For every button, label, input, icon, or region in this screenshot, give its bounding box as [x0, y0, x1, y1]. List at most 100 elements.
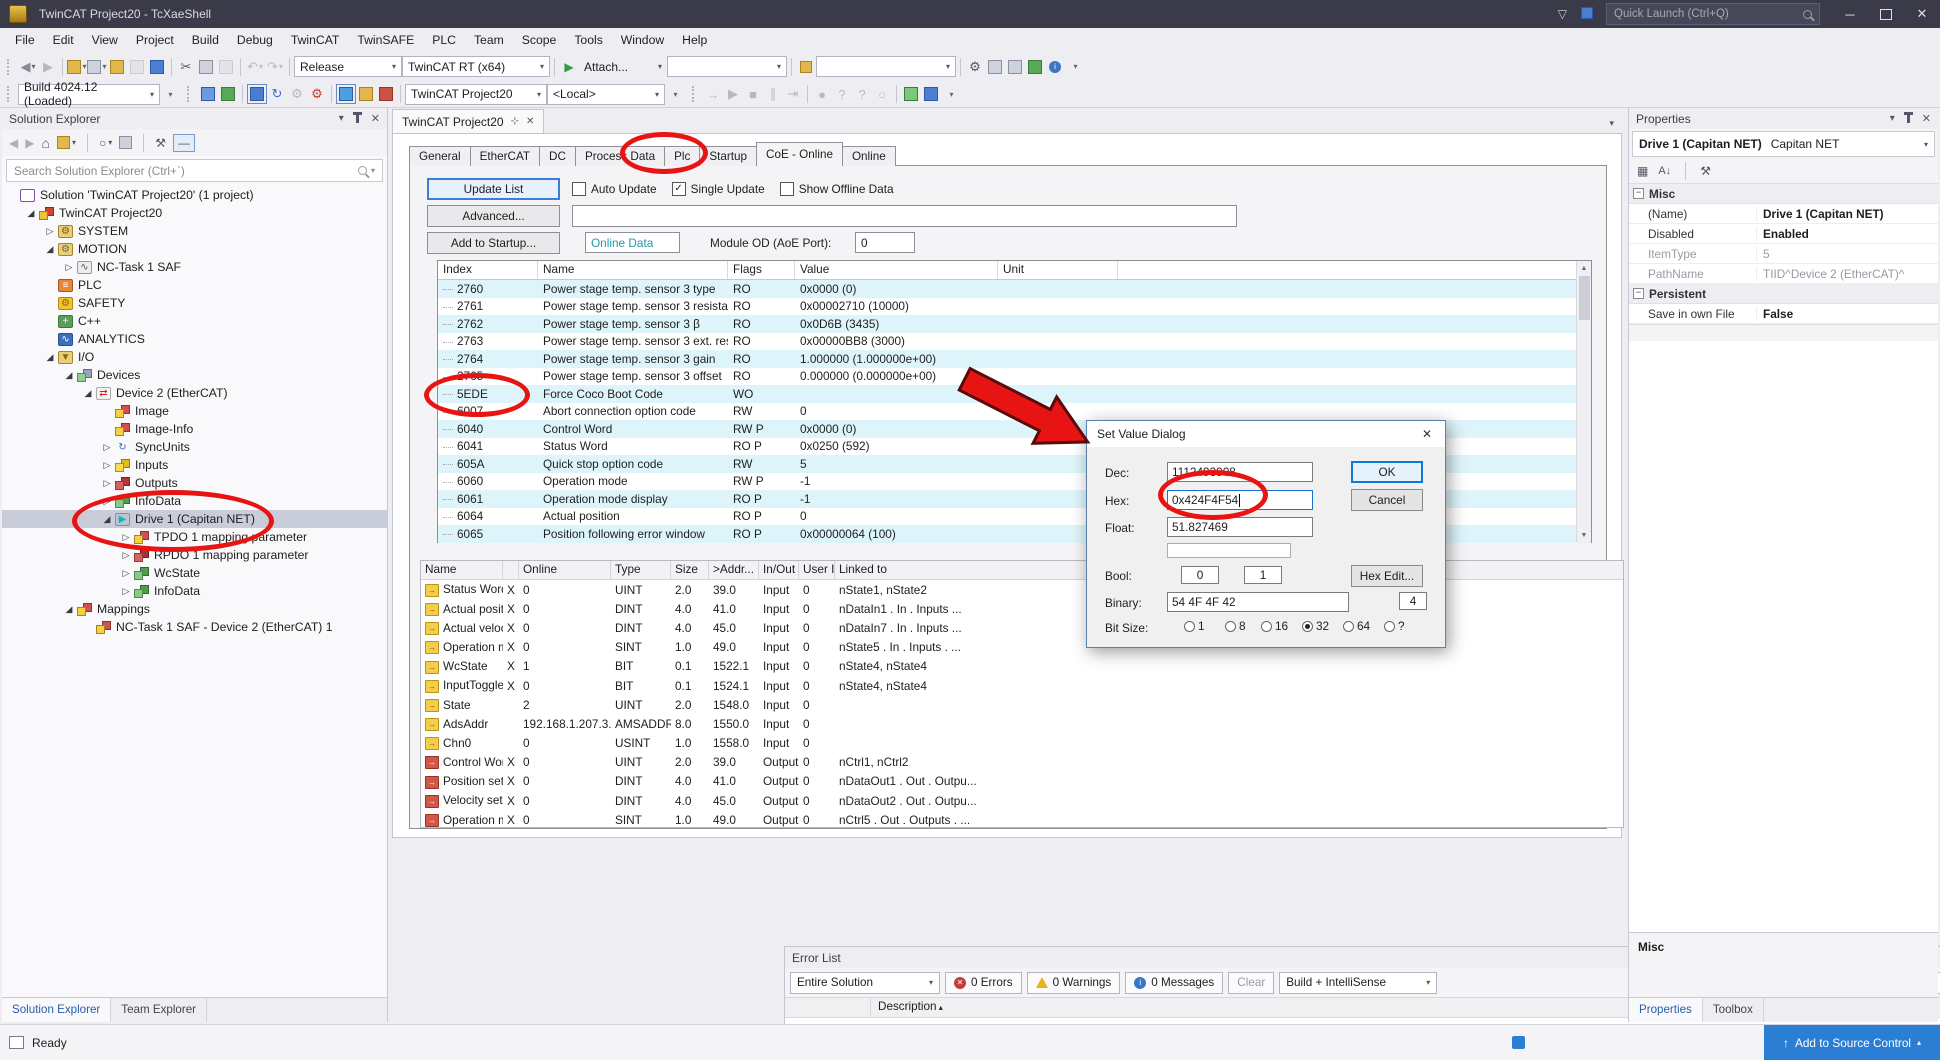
- tree-item-inputs[interactable]: ▷Inputs: [2, 456, 387, 474]
- menu-twincat[interactable]: TwinCAT: [282, 30, 349, 50]
- tree-item-solution-twincat-project20-1-project[interactable]: Solution 'TwinCAT Project20' (1 project): [2, 186, 387, 204]
- tree-item-outputs[interactable]: ▷Outputs: [2, 474, 387, 492]
- coe-row-2762[interactable]: 2762Power stage temp. sensor 3 βRO0x0D6B…: [438, 315, 1591, 333]
- expander-collapsed-icon[interactable]: ▷: [99, 496, 115, 507]
- coe-row-5ede[interactable]: 5EDEForce Coco Boot CodeWO: [438, 385, 1591, 403]
- var-row-adsaddr[interactable]: →AdsAddr192.168.1.207.3.1:1...AMSADDR8.0…: [421, 714, 1623, 733]
- var-column-header-in-out[interactable]: In/Out: [759, 561, 799, 579]
- menu-twinsafe[interactable]: TwinSAFE: [348, 30, 423, 50]
- schedule-icon[interactable]: [1005, 57, 1025, 77]
- collapse-icon[interactable]: −: [1633, 288, 1644, 299]
- menu-window[interactable]: Window: [612, 30, 673, 50]
- solution-config-combo[interactable]: Release▾: [294, 56, 402, 77]
- bit-size-radio-1[interactable]: 1: [1184, 619, 1205, 633]
- se-forward-icon[interactable]: ▶: [25, 136, 34, 150]
- tree-item-nc-task-1-saf-device-2-ethercat-1[interactable]: NC-Task 1 SAF - Device 2 (EtherCAT) 1: [2, 618, 387, 636]
- target-system-combo[interactable]: <Local>▾: [547, 84, 665, 105]
- se-properties-wrench-icon[interactable]: ⚒: [155, 136, 166, 150]
- expander-collapsed-icon[interactable]: ▷: [99, 442, 115, 453]
- checkbox-single-update[interactable]: ✓Single Update: [672, 182, 765, 196]
- pause-icon[interactable]: ∥: [763, 84, 783, 104]
- save-all-icon[interactable]: [147, 57, 167, 77]
- tree-item-drive-1-capitan-net[interactable]: ◢▶Drive 1 (Capitan NET): [2, 510, 387, 528]
- tc-restart-icon[interactable]: ⚙: [307, 84, 327, 104]
- cancel-button[interactable]: Cancel: [1351, 489, 1423, 511]
- solution-explorer-search-input[interactable]: Search Solution Explorer (Ctrl+`) ▾: [6, 159, 383, 182]
- tree-item-infodata[interactable]: ▷InfoData: [2, 492, 387, 510]
- tree-item-syncunits[interactable]: ▷↻SyncUnits: [2, 438, 387, 456]
- hex-input[interactable]: 0x424F4F54: [1167, 490, 1313, 510]
- clock-icon[interactable]: ○: [872, 84, 892, 104]
- bool-zero-button[interactable]: 0: [1181, 566, 1219, 584]
- add-item-icon[interactable]: ▾: [87, 57, 107, 77]
- feedback-filter-icon[interactable]: ▽: [1558, 7, 1567, 21]
- coe-column-header-flags[interactable]: Flags: [728, 261, 795, 279]
- bit-size-radio-8[interactable]: 8: [1225, 619, 1246, 633]
- tab-close-icon[interactable]: ✕: [526, 116, 534, 127]
- expander-expanded-icon[interactable]: ◢: [80, 388, 96, 399]
- checkbox-show-offline-data[interactable]: Show Offline Data: [780, 182, 894, 196]
- tree-item-image-info[interactable]: Image-Info: [2, 420, 387, 438]
- property-row--name-[interactable]: (Name)Drive 1 (Capitan NET): [1629, 204, 1938, 224]
- tree-item-system[interactable]: ▷⚙SYSTEM: [2, 222, 387, 240]
- side-tab-properties[interactable]: Properties: [1629, 998, 1703, 1022]
- se-collapse-all-icon[interactable]: —: [173, 134, 195, 152]
- var-column-header-online[interactable]: Online: [519, 561, 611, 579]
- close-panel-icon[interactable]: ✕: [371, 112, 380, 125]
- solution-platform-combo[interactable]: TwinCAT RT (x64)▾: [402, 56, 550, 77]
- coe-row-2760[interactable]: 2760Power stage temp. sensor 3 typeRO0x0…: [438, 280, 1591, 298]
- tc-scope-icon[interactable]: [336, 84, 356, 104]
- expander-expanded-icon[interactable]: ◢: [42, 244, 58, 255]
- expander-collapsed-icon[interactable]: ▷: [42, 226, 58, 237]
- var-row-chn0[interactable]: →Chn00USINT1.01558.0Input0: [421, 734, 1623, 753]
- navigate-forward-icon[interactable]: ▶: [38, 57, 58, 77]
- tree-item-device-2-ethercat[interactable]: ◢⇄Device 2 (EtherCAT): [2, 384, 387, 402]
- expander-collapsed-icon[interactable]: ▷: [118, 586, 134, 597]
- run-icon[interactable]: ▶: [723, 84, 743, 104]
- tab-online[interactable]: Online: [842, 146, 896, 166]
- alphabetical-icon[interactable]: A↓: [1658, 165, 1671, 177]
- module-od-input[interactable]: 0: [855, 232, 915, 253]
- se-switch-views-icon[interactable]: ▾: [57, 136, 76, 149]
- undo-icon[interactable]: ↶▾: [245, 57, 265, 77]
- settings-gear-icon[interactable]: ⚙: [965, 57, 985, 77]
- var-row-velocity-set-point[interactable]: →Velocity set-pointX0DINT4.045.0Output0n…: [421, 791, 1623, 810]
- copy-icon[interactable]: [196, 57, 216, 77]
- var-row-operation-mode[interactable]: →Operation modeX0SINT1.049.0Output0nCtrl…: [421, 810, 1623, 829]
- menu-plc[interactable]: PLC: [423, 30, 465, 50]
- quick-launch-input[interactable]: Quick Launch (Ctrl+Q): [1606, 3, 1820, 25]
- property-value[interactable]: 5: [1757, 247, 1938, 261]
- menu-debug[interactable]: Debug: [228, 30, 282, 50]
- var-column-header-user-id[interactable]: User ID: [799, 561, 835, 579]
- tc-online-icon[interactable]: [901, 84, 921, 104]
- tree-item-devices[interactable]: ◢Devices: [2, 366, 387, 384]
- tc-target-browser-icon[interactable]: [247, 84, 267, 104]
- menu-project[interactable]: Project: [127, 30, 183, 50]
- expander-collapsed-icon[interactable]: ▷: [61, 262, 77, 273]
- tree-item-mappings[interactable]: ◢Mappings: [2, 600, 387, 618]
- watch-icon[interactable]: ?: [852, 84, 872, 104]
- minimize-button[interactable]: ─: [1832, 0, 1868, 28]
- property-value[interactable]: TIID^Device 2 (EtherCAT)^: [1757, 267, 1938, 281]
- pin-icon[interactable]: [1907, 115, 1910, 123]
- tree-item-twincat-project20[interactable]: ◢TwinCAT Project20: [2, 204, 387, 222]
- clear-button[interactable]: Clear: [1228, 972, 1274, 994]
- bit-size-radio-32[interactable]: 32: [1302, 619, 1329, 633]
- solution-explorer-header[interactable]: Solution Explorer ▾ ✕: [2, 108, 387, 129]
- dialog-close-icon[interactable]: ✕: [1419, 427, 1435, 441]
- var-row-wcstate[interactable]: →WcStateX1BIT0.11522.1Input0nState4, nSt…: [421, 657, 1623, 676]
- property-row-save-in-own-file[interactable]: Save in own FileFalse: [1629, 304, 1938, 324]
- string-input[interactable]: [1167, 543, 1291, 558]
- binary-size-input[interactable]: 4: [1399, 592, 1427, 610]
- menu-tools[interactable]: Tools: [565, 30, 611, 50]
- debug-target-combo[interactable]: ▾: [667, 56, 787, 77]
- find-combo[interactable]: ▾: [816, 56, 956, 77]
- tab-general[interactable]: General: [409, 146, 471, 166]
- property-pages-icon[interactable]: ⚒: [1700, 164, 1711, 178]
- property-row-disabled[interactable]: DisabledEnabled: [1629, 224, 1938, 244]
- toolbar-options-icon[interactable]: ▾: [1065, 57, 1085, 77]
- scroll-thumb[interactable]: [1579, 276, 1590, 320]
- menu-team[interactable]: Team: [465, 30, 513, 50]
- active-project-combo[interactable]: TwinCAT Project20▾: [405, 84, 547, 105]
- tree-item-tpdo-1-mapping-parameter[interactable]: ▷TPDO 1 mapping parameter: [2, 528, 387, 546]
